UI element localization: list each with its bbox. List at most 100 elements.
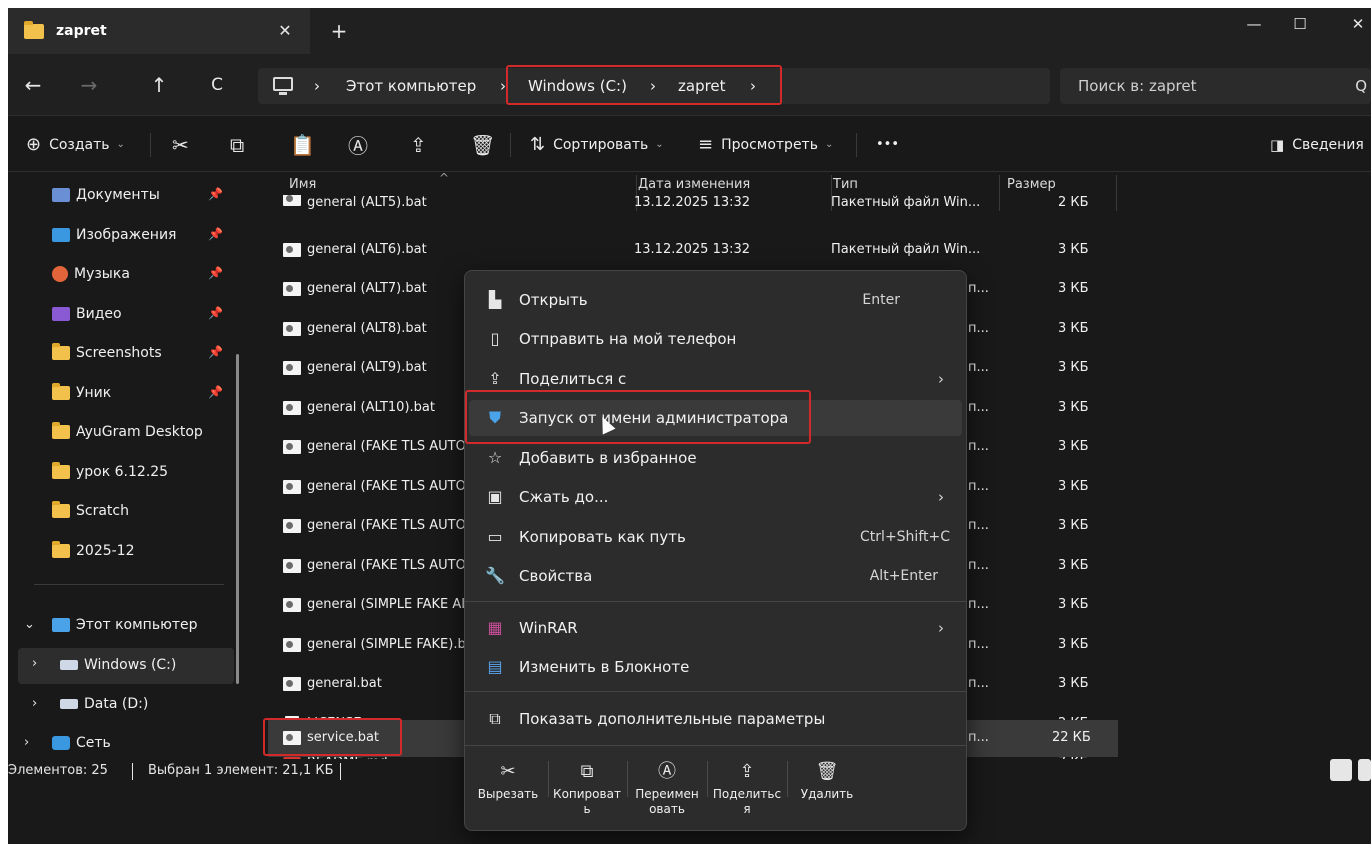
batch-file-icon xyxy=(283,598,301,612)
table-row[interactable]: general (ALT6).bat 13.12.2025 13:32 Паке… xyxy=(268,232,1118,268)
menu-item-compress[interactable]: ▣ Сжать до... › xyxy=(469,479,962,515)
menu-item-shortcut: Ctrl+Shift+C xyxy=(860,529,950,545)
chevron-down-icon[interactable]: ⌄ xyxy=(24,617,35,632)
forward-button[interactable]: → xyxy=(74,70,104,100)
rename-icon: Ⓐ xyxy=(658,761,676,782)
column-header-modified[interactable]: Дата изменения xyxy=(638,177,750,192)
file-type: п... xyxy=(968,281,989,296)
view-button[interactable]: ≡ Просмотреть ⌄ xyxy=(698,117,833,172)
table-row[interactable]: general (ALT5).bat 13.12.2025 13:32 Паке… xyxy=(268,195,1118,213)
sidebar-item-screenshots[interactable]: Screenshots xyxy=(52,335,162,371)
sidebar-item-label: Изображения xyxy=(76,227,177,243)
sidebar-item-lesson[interactable]: урок 6.12.25 xyxy=(52,454,168,490)
search-icon[interactable]: Q xyxy=(1355,68,1367,104)
quick-action-cut[interactable]: ✂ Вырезать xyxy=(471,757,545,827)
sidebar-item-label: Сеть xyxy=(76,735,111,751)
details-pane-icon: ◨ xyxy=(1270,135,1285,154)
pin-icon[interactable]: 📌 xyxy=(208,187,223,201)
menu-item-send-to-phone[interactable]: ▯ Отправить на мой телефон xyxy=(469,321,962,357)
quick-action-copy[interactable]: ⧉ Копироват ь xyxy=(550,757,624,827)
sidebar-item-ayugram[interactable]: AyuGram Desktop xyxy=(52,414,203,450)
sidebar-item-2025-12[interactable]: 2025-12 xyxy=(52,533,135,569)
sort-button[interactable]: ⇅ Сортировать ⌄ xyxy=(530,117,664,172)
pin-icon[interactable]: 📌 xyxy=(208,385,223,399)
up-button[interactable]: ↑ xyxy=(144,70,174,100)
refresh-button[interactable]: C xyxy=(202,70,232,100)
pin-icon[interactable]: 📌 xyxy=(208,345,223,359)
sidebar-item-music[interactable]: Музыка xyxy=(52,256,130,292)
more-button[interactable]: ••• xyxy=(876,117,899,172)
quick-action-delete[interactable]: 🗑 Удалить xyxy=(790,757,864,827)
back-button[interactable]: ← xyxy=(18,70,48,100)
share-button[interactable]: ⇪ xyxy=(410,117,427,172)
star-icon: ☆ xyxy=(487,448,503,467)
sidebar-item-drive-d[interactable]: Data (D:) xyxy=(60,686,148,722)
quick-action-share[interactable]: ⇪ Поделитьс я xyxy=(710,757,784,827)
file-size: 22 КБ xyxy=(1052,730,1091,745)
sidebar-item-label: Уник xyxy=(76,385,112,401)
column-header-type[interactable]: Тип xyxy=(833,177,858,192)
sidebar-item-network[interactable]: Сеть xyxy=(52,725,111,761)
column-header-name[interactable]: Имя xyxy=(289,177,316,192)
file-name: general (SIMPLE FAKE).ba xyxy=(307,637,474,652)
menu-item-properties[interactable]: 🔧 Свойства Alt+Enter xyxy=(469,558,962,594)
search-box[interactable]: Q xyxy=(1060,68,1371,104)
status-item-count: Элементов: 25 xyxy=(8,763,108,778)
sidebar-item-pictures[interactable]: Изображения xyxy=(52,217,176,253)
sidebar-item-label: 2025-12 xyxy=(76,543,135,559)
chevron-right-icon[interactable]: › xyxy=(24,735,29,750)
details-view-icon[interactable] xyxy=(1330,759,1352,781)
toolbar-divider xyxy=(150,133,151,157)
sidebar-item-unik[interactable]: Уник xyxy=(52,375,111,411)
maximize-button[interactable]: ☐ xyxy=(1280,10,1320,38)
copy-button[interactable]: ⧉ xyxy=(230,117,244,172)
breadcrumb-this-pc[interactable]: Этот компьютер xyxy=(346,68,476,104)
menu-item-show-more-options[interactable]: ⧉ Показать дополнительные параметры xyxy=(469,701,962,737)
search-input[interactable] xyxy=(1060,68,1371,104)
rename-button[interactable]: Ⓐ xyxy=(348,117,368,172)
tab-close-button[interactable]: ✕ xyxy=(272,18,298,44)
sidebar-item-label: Data (D:) xyxy=(84,696,149,712)
quick-action-label: Удалить xyxy=(800,787,854,801)
share-icon: ⇪ xyxy=(410,132,427,157)
sidebar-item-documents[interactable]: Документы xyxy=(52,177,160,213)
details-button[interactable]: ◨ Сведения xyxy=(1270,117,1364,172)
paste-button[interactable]: 📋 xyxy=(290,117,315,172)
column-header-size[interactable]: Размер xyxy=(1007,177,1056,192)
file-type: п... xyxy=(968,479,989,494)
chevron-right-icon[interactable]: › xyxy=(32,696,37,711)
tiles-view-icon[interactable] xyxy=(1358,759,1371,781)
quick-action-rename[interactable]: Ⓐ Переимен овать xyxy=(630,757,704,827)
new-button[interactable]: ⊕ Создать ⌄ xyxy=(26,117,125,172)
close-button[interactable]: ✕ xyxy=(1338,10,1371,38)
file-type: п... xyxy=(968,597,989,612)
new-tab-button[interactable]: + xyxy=(326,18,352,44)
menu-item-open[interactable]: ▙ Открыть Enter xyxy=(469,282,962,318)
sidebar-scrollbar[interactable] xyxy=(236,354,239,684)
pin-icon[interactable]: 📌 xyxy=(208,227,223,241)
sidebar-item-scratch[interactable]: Scratch xyxy=(52,493,129,529)
highlight-box-breadcrumb xyxy=(506,65,782,105)
minimize-button[interactable]: — xyxy=(1234,10,1274,38)
pin-icon[interactable]: 📌 xyxy=(208,306,223,320)
tab-zapret[interactable]: zapret ✕ xyxy=(8,8,310,54)
menu-item-winrar[interactable]: ▦ WinRAR › xyxy=(469,610,962,646)
breadcrumb-separator[interactable]: › xyxy=(314,68,320,104)
menu-item-label: Открыть xyxy=(519,291,588,309)
menu-item-add-to-favorites[interactable]: ☆ Добавить в избранное xyxy=(469,440,962,476)
menu-item-copy-as-path[interactable]: ▭ Копировать как путь Ctrl+Shift+C xyxy=(469,519,962,555)
sidebar-item-drive-c[interactable]: Windows (C:) xyxy=(60,647,176,683)
file-type: п... xyxy=(968,558,989,573)
sidebar-item-video[interactable]: Видео xyxy=(52,296,122,332)
menu-item-edit-in-notepad[interactable]: ▤ Изменить в Блокноте xyxy=(469,649,962,685)
tab-title: zapret xyxy=(56,23,107,39)
chevron-right-icon[interactable]: › xyxy=(32,656,37,671)
sidebar-item-this-pc[interactable]: Этот компьютер xyxy=(52,607,198,643)
status-divider xyxy=(340,763,341,780)
cut-button[interactable]: ✂ xyxy=(172,117,189,172)
file-name: general (FAKE TLS AUTO A xyxy=(307,518,479,533)
quick-action-label: овать xyxy=(649,802,685,816)
clipboard-icon: 📋 xyxy=(290,132,315,157)
delete-button[interactable]: 🗑 xyxy=(470,117,495,172)
pin-icon[interactable]: 📌 xyxy=(208,266,223,280)
